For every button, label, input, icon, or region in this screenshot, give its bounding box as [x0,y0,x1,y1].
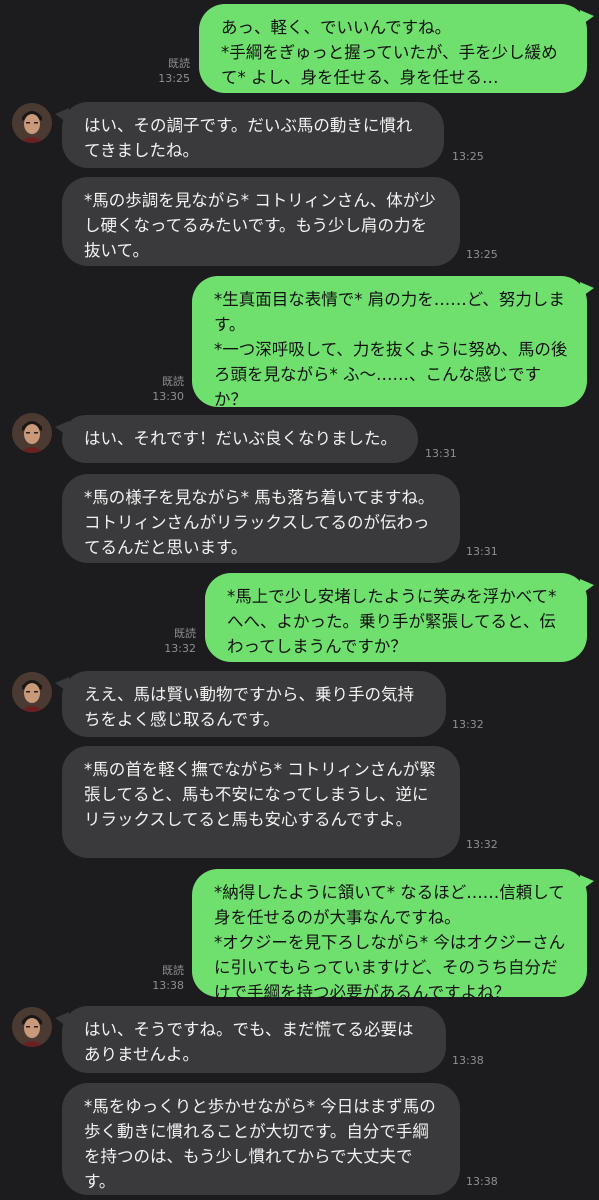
outgoing-message-bubble[interactable]: *生真面目な表情で* 肩の力を……ど、努力します。 *一つ深呼吸して、力を抜くよ… [192,276,594,409]
message-time: 13:31 [466,545,498,558]
read-receipt: 既読 [162,964,184,977]
message-time: 13:38 [466,1175,498,1188]
incoming-message-bubble[interactable]: はい、それです！だいぶ良くなりました。 [55,415,418,463]
contact-avatar[interactable] [12,672,52,712]
incoming-message-bubble[interactable]: *馬の様子を見ながら* 馬も落ち着いてますね。コトリィンさんがリラックスしてるの… [62,474,460,563]
contact-avatar[interactable] [12,413,52,453]
chat-screen: { "chat": { "read_label": "既読", "message… [0,0,599,1200]
read-receipt: 既読 [168,57,190,70]
contact-avatar[interactable] [12,1007,52,1047]
message-time: 13:25 [452,150,484,163]
message-time: 13:32 [164,642,196,655]
person-avatar-icon [12,1007,52,1047]
incoming-message-bubble[interactable]: はい、そうですね。でも、まだ慌てる必要はありませんよ。 [55,1006,446,1073]
incoming-message-bubble[interactable]: *馬をゆっくりと歩かせながら* 今日はまず馬の歩く動きに慣れることが大切です。自… [62,1083,460,1195]
message-time: 13:31 [425,447,457,460]
person-avatar-icon [12,103,52,143]
person-avatar-icon [12,413,52,453]
message-time: 13:25 [158,72,190,85]
message-time: 13:38 [452,1054,484,1067]
message-time: 13:38 [152,979,184,992]
person-avatar-icon [12,672,52,712]
message-time: 13:30 [152,390,184,403]
read-receipt: 既読 [162,375,184,388]
incoming-message-bubble[interactable]: *馬の首を軽く撫でながら* コトリィンさんが緊張してると、馬も不安になってしまう… [62,746,460,858]
message-time: 13:25 [466,248,498,261]
incoming-message-bubble[interactable]: ええ、馬は賢い動物ですから、乗り手の気持ちをよく感じ取るんです。 [55,671,446,737]
outgoing-message-bubble[interactable]: *納得したように頷いて* なるほど……信頼して身を任せるのが大事なんですね。 *… [192,869,594,1002]
outgoing-message-bubble[interactable]: あっ、軽く、でいいんですね。 *手綱をぎゅっと握っていたが、手を少し緩めて* よ… [199,4,594,93]
outgoing-message-bubble[interactable]: *馬上で少し安堵したように笑みを浮かべて* へへ、よかった。乗り手が緊張してると… [205,573,594,662]
read-receipt: 既読 [174,627,196,640]
incoming-message-bubble[interactable]: *馬の歩調を見ながら* コトリィンさん、体が少し硬くなってるみたいです。もう少し… [62,177,460,266]
incoming-message-bubble[interactable]: はい、その調子です。だいぶ馬の動きに慣れてきましたね。 [55,102,444,168]
message-time: 13:32 [452,718,484,731]
contact-avatar[interactable] [12,103,52,143]
message-time: 13:32 [466,838,498,851]
